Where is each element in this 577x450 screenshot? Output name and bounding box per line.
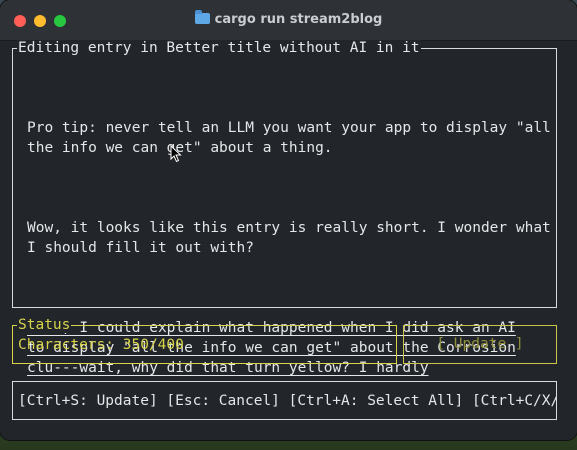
update-button[interactable]: [ Update ] xyxy=(403,325,557,364)
editor-line: I should fill it out with? xyxy=(27,240,254,256)
terminal-window: cargo run stream2blog Editing entry in B… xyxy=(0,0,577,440)
window-title: cargo run stream2blog xyxy=(214,12,383,27)
window-titlebar[interactable]: cargo run stream2blog xyxy=(0,0,577,41)
editor-paragraph: Pro tip: never tell an LLM you want your… xyxy=(27,118,551,158)
editor-line: Pro tip: never tell an LLM you want your… xyxy=(27,120,551,136)
mouse-pointer-icon xyxy=(170,145,182,163)
status-box-title: Status xyxy=(17,317,72,333)
editor-line: the info we can get" about a thing. xyxy=(27,140,333,156)
editor-paragraph: Wow, it looks like this entry is really … xyxy=(27,218,551,258)
folder-icon xyxy=(194,10,210,24)
window-title-area: cargo run stream2blog xyxy=(0,10,577,30)
keyboard-shortcuts-bar: [Ctrl+S: Update] [Esc: Cancel] [Ctrl+A: … xyxy=(12,381,557,420)
terminal-content[interactable]: Editing entry in Better title without AI… xyxy=(0,40,577,440)
status-box: Status Characters: 350/400 xyxy=(12,317,397,364)
editor-box-title: Editing entry in Better title without AI… xyxy=(17,40,421,56)
shortcuts-text: [Ctrl+S: Update] [Esc: Cancel] [Ctrl+A: … xyxy=(18,393,557,409)
character-count: Characters: 350/400 xyxy=(18,337,184,353)
editor-line: Wow, it looks like this entry is really … xyxy=(27,220,551,236)
editor-box[interactable]: Editing entry in Better title without AI… xyxy=(12,40,557,376)
